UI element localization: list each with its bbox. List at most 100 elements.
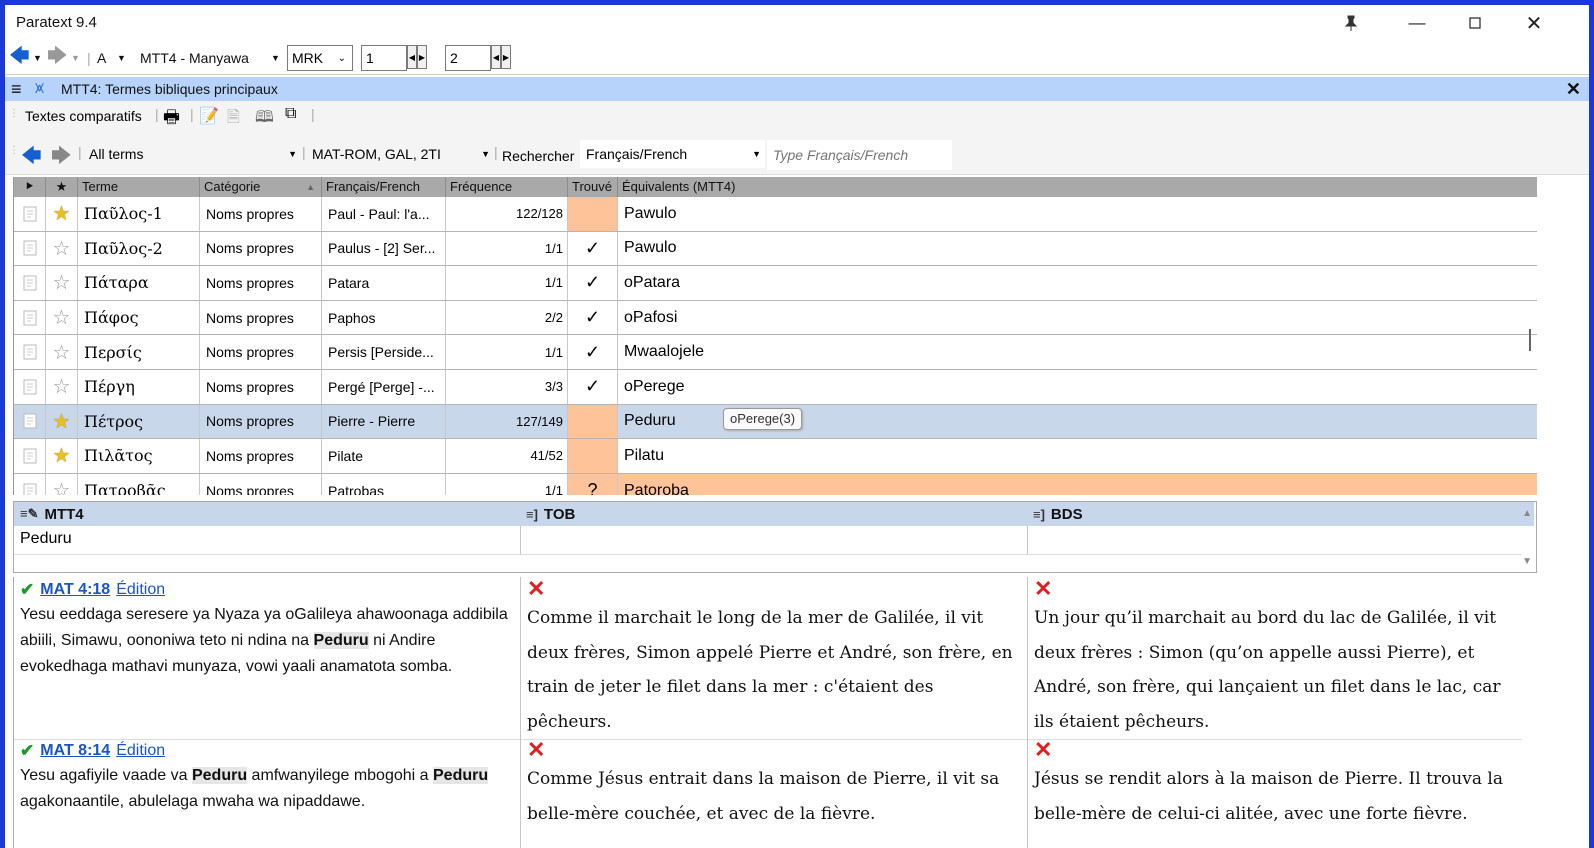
- term-cell: Πάταρα: [78, 266, 200, 300]
- category-cell: Noms propres: [200, 370, 322, 404]
- separator: |: [155, 106, 159, 122]
- main-window: Paratext 9.4 — ✕ 🡄 ▼ 🡆 ▼ | A ▼ MTT4 - Ma…: [5, 5, 1589, 848]
- chapter-prev-icon[interactable]: ◀: [407, 45, 417, 69]
- print-icon[interactable]: 🖶: [163, 105, 180, 135]
- col-header-french[interactable]: Français/French: [322, 177, 446, 197]
- window-title: Paratext 9.4: [16, 14, 97, 31]
- french-cell: Patrobas: [322, 473, 446, 495]
- verse-prev-icon[interactable]: ◀: [491, 45, 501, 69]
- col-header-frequency[interactable]: Fréquence: [446, 177, 568, 197]
- back-dropdown-icon[interactable]: ▼: [33, 41, 42, 75]
- found-cell: [568, 404, 618, 439]
- star-column-icon[interactable]: ★: [46, 177, 78, 197]
- verse-input[interactable]: 2: [445, 45, 491, 71]
- back-arrow-icon[interactable]: 🡄: [21, 141, 42, 175]
- found-cell: [568, 197, 618, 231]
- found-cell: [568, 439, 618, 473]
- notes-icon[interactable]: 🗎: [227, 106, 240, 133]
- verse-text: agakonaantile, abulelaga mwaha wa nipadd…: [20, 793, 366, 810]
- row-icon: [14, 231, 46, 266]
- col-header-found[interactable]: Trouvé: [568, 177, 618, 197]
- verse-ref-row: ✔ MAT 4:18 Édition: [20, 580, 165, 600]
- forward-arrow-icon[interactable]: 🡆: [51, 141, 72, 175]
- forward-arrow-icon[interactable]: 🡆: [47, 41, 68, 75]
- grip-icon: ⋮: [9, 145, 19, 156]
- verse-next-icon[interactable]: ▶: [501, 45, 511, 69]
- table-row[interactable]: ☆ Παῦλος-2 Noms propres Paulus - [2] Ser...…: [14, 231, 1537, 267]
- font-dropdown-icon[interactable]: ▼: [117, 41, 126, 75]
- grid-scroll-thumb[interactable]: [1529, 329, 1531, 351]
- pin-icon[interactable]: [1328, 9, 1374, 37]
- search-language-dropdown[interactable]: Français/French ▼: [580, 140, 765, 168]
- verse-reference-link[interactable]: MAT 8:14: [40, 742, 110, 760]
- category-cell: Noms propres: [200, 266, 322, 300]
- project-selector[interactable]: MTT4 - Manyawa: [140, 41, 252, 75]
- found-cell: ?: [568, 473, 618, 495]
- table-row[interactable]: ☆ Πέργη Noms propres Pergé [Perge] -... 3/3 ✓…: [14, 370, 1537, 405]
- french-cell: Paul - Paul: l'a...: [322, 197, 446, 231]
- mtt4-verse-text: Yesu agafiyile vaade va Peduru amfwanyil…: [20, 763, 514, 815]
- maximize-button[interactable]: [1452, 9, 1498, 37]
- scroll-up-icon[interactable]: ▲: [1522, 508, 1532, 519]
- renderings-header-tob-label: TOB: [543, 505, 576, 523]
- col-header-equivalents[interactable]: Équivalents (MTT4): [618, 177, 1537, 197]
- table-row[interactable]: ☆ Περσίς Noms propres Persis [Perside... 1/1…: [14, 335, 1537, 370]
- table-row[interactable]: ☆ Πάταρα Noms propres Patara 1/1 ✓ oPatara: [14, 266, 1537, 301]
- close-button[interactable]: ✕: [1511, 9, 1557, 37]
- table-row[interactable]: ★ Πιλᾶτος Noms propres Pilate 41/52 Pilatu: [14, 439, 1537, 474]
- category-cell: Noms propres: [200, 404, 322, 439]
- search-input[interactable]: [767, 140, 952, 170]
- renderings-pane: ≡✎ MTT4 ≡] TOB ≡] BDS Peduru ▲ ▼: [13, 501, 1537, 573]
- french-cell: Persis [Perside...: [322, 335, 446, 369]
- dropdown-icon: ▼: [481, 149, 490, 159]
- edit-icon[interactable]: 📝: [199, 106, 219, 126]
- table-row[interactable]: ☆ Πατροβᾶς Noms propres Patrobas 1/1? Patorob…: [14, 473, 1537, 495]
- table-row[interactable]: ☆ Πάφος Noms propres Paphos 2/2 ✓ oPafosi: [14, 300, 1537, 336]
- edit-icon[interactable]: ≡✎: [20, 506, 38, 522]
- verse-reference-link[interactable]: MAT 4:18: [40, 581, 110, 599]
- highlighted-term: Peduru: [433, 767, 489, 784]
- equivalents-cell: oPafosi: [624, 308, 678, 326]
- frequency-cell: 1/1: [446, 335, 568, 369]
- table-row[interactable]: ★ Παῦλος-1 Noms propres Paul - Paul: l'a...…: [14, 197, 1537, 232]
- export-icon[interactable]: ⧉: [285, 105, 296, 123]
- scroll-down-icon[interactable]: ▼: [1522, 556, 1532, 567]
- found-cell: ✓: [568, 335, 618, 369]
- chapter-input[interactable]: 1: [361, 45, 407, 71]
- menu-icon[interactable]: ≡: [11, 79, 22, 100]
- forward-dropdown-icon[interactable]: ▼: [71, 41, 80, 75]
- renderings-header-bds-label: BDS: [1050, 505, 1083, 523]
- found-cell: ✓: [568, 266, 618, 300]
- grid-scrollbar[interactable]: [1522, 197, 1537, 495]
- row-icon: [14, 370, 46, 404]
- book-selector[interactable]: MRK ⌄: [287, 45, 353, 71]
- chapter-next-icon[interactable]: ▶: [417, 45, 427, 69]
- range-dropdown[interactable]: MAT-ROM, GAL, 2TI ▼: [308, 141, 492, 167]
- project-dropdown-icon[interactable]: ▼: [271, 41, 280, 75]
- book-icon[interactable]: 🕮: [255, 106, 274, 133]
- minimize-button[interactable]: —: [1394, 9, 1440, 37]
- flag-column-icon[interactable]: ⯈: [14, 177, 46, 197]
- filter-toolbar: ⋮ 🡄 🡆 | All terms ▼ | MAT-ROM, GAL, 2TI …: [5, 133, 1589, 175]
- sort-up-icon: ▲: [306, 182, 315, 192]
- rendering-value[interactable]: Peduru: [20, 530, 72, 548]
- category-cell: Noms propres: [200, 197, 322, 231]
- title-bar: Paratext 9.4 — ✕: [5, 5, 1589, 41]
- divider: [1027, 577, 1028, 848]
- text-column-icon: ≡]: [526, 506, 538, 522]
- term-cell: Πατροβᾶς: [78, 473, 200, 495]
- equivalents-cell: oPerege: [624, 377, 685, 395]
- comparative-texts-button[interactable]: Textes comparatifs: [25, 108, 142, 124]
- edit-link[interactable]: Édition: [116, 581, 165, 599]
- equivalents-cell: Pilatu: [624, 446, 665, 464]
- back-arrow-icon[interactable]: 🡄: [9, 41, 30, 75]
- edit-link[interactable]: Édition: [116, 742, 165, 760]
- star-filled-icon: ★: [46, 404, 78, 439]
- panel-close-icon[interactable]: ✕: [1566, 79, 1581, 100]
- filter-dropdown[interactable]: All terms ▼: [85, 141, 299, 167]
- category-cell: Noms propres: [200, 473, 322, 495]
- col-header-term[interactable]: Terme: [78, 177, 200, 197]
- col-header-category[interactable]: Catégorie ▲: [200, 177, 322, 197]
- verse-text: Yesu agafiyile vaade va: [20, 767, 192, 784]
- font-button[interactable]: A: [97, 41, 106, 75]
